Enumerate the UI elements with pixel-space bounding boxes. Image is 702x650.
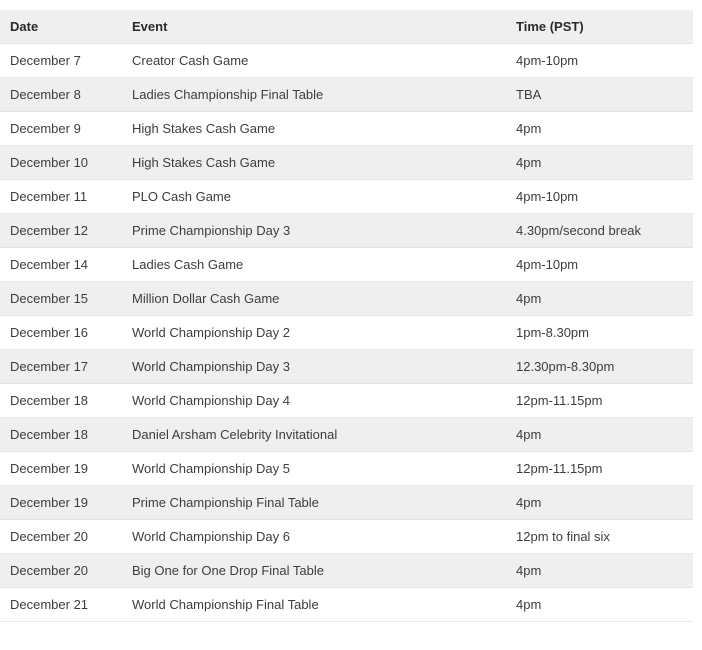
cell-event: World Championship Final Table	[121, 587, 503, 622]
table-row: December 16 World Championship Day 2 1pm-8…	[0, 315, 693, 350]
cell-time: 4.30pm/second break	[503, 213, 693, 248]
table-row: December 14 Ladies Cash Game 4pm-10pm	[0, 247, 693, 282]
cell-event: Ladies Championship Final Table	[121, 77, 503, 112]
column-header-time: Time (PST)	[503, 10, 693, 44]
cell-date: December 11	[0, 179, 121, 214]
column-header-date: Date	[0, 10, 121, 44]
table-row: December 20 Big One for One Drop Final Ta…	[0, 553, 693, 588]
cell-event: Million Dollar Cash Game	[121, 281, 503, 316]
cell-event: World Championship Day 2	[121, 315, 503, 350]
cell-date: December 20	[0, 519, 121, 554]
table-row: December 19 World Championship Day 5 12pm-…	[0, 451, 693, 486]
table-row: December 7 Creator Cash Game 4pm-10pm	[0, 43, 693, 78]
cell-date: December 17	[0, 349, 121, 384]
cell-date: December 18	[0, 417, 121, 452]
cell-time: 1pm-8.30pm	[503, 315, 693, 350]
cell-time: 12.30pm-8.30pm	[503, 349, 693, 384]
table-row: December 18 World Championship Day 4 12pm-…	[0, 383, 693, 418]
cell-event: World Championship Day 4	[121, 383, 503, 418]
cell-time: 12pm-11.15pm	[503, 383, 693, 418]
event-schedule-table: Date Event Time (PST) December 7 Creator …	[0, 10, 693, 622]
table-row: December 10 High Stakes Cash Game 4pm	[0, 145, 693, 180]
table-row: December 21 World Championship Final Tabl…	[0, 587, 693, 622]
table-row: December 20 World Championship Day 6 12pm …	[0, 519, 693, 554]
table-row: December 15 Million Dollar Cash Game 4pm	[0, 281, 693, 316]
cell-time: 4pm	[503, 111, 693, 146]
cell-date: December 18	[0, 383, 121, 418]
cell-event: Creator Cash Game	[121, 43, 503, 78]
cell-time: TBA	[503, 77, 693, 112]
schedule-container: Date Event Time (PST) December 7 Creator …	[0, 0, 702, 622]
table-row: December 12 Prime Championship Day 3 4.30p…	[0, 213, 693, 248]
cell-time: 4pm	[503, 145, 693, 180]
table-header: Date Event Time (PST)	[0, 10, 693, 44]
cell-event: Prime Championship Day 3	[121, 213, 503, 248]
cell-event: World Championship Day 3	[121, 349, 503, 384]
cell-time: 4pm	[503, 417, 693, 452]
cell-time: 4pm-10pm	[503, 43, 693, 78]
table-row: December 11 PLO Cash Game 4pm-10pm	[0, 179, 693, 214]
cell-event: High Stakes Cash Game	[121, 145, 503, 180]
cell-event: World Championship Day 5	[121, 451, 503, 486]
cell-event: World Championship Day 6	[121, 519, 503, 554]
table-row: December 17 World Championship Day 3 12.30…	[0, 349, 693, 384]
cell-event: PLO Cash Game	[121, 179, 503, 214]
table-row: December 19 Prime Championship Final Tabl…	[0, 485, 693, 520]
table-row: December 18 Daniel Arsham Celebrity Invit…	[0, 417, 693, 452]
cell-time: 4pm	[503, 587, 693, 622]
cell-time: 4pm-10pm	[503, 179, 693, 214]
table-row: December 8 Ladies Championship Final Tabl…	[0, 77, 693, 112]
cell-date: December 19	[0, 485, 121, 520]
table-header-row: Date Event Time (PST)	[0, 10, 693, 44]
cell-time: 4pm	[503, 553, 693, 588]
cell-time: 12pm-11.15pm	[503, 451, 693, 486]
cell-time: 12pm to final six	[503, 519, 693, 554]
cell-date: December 16	[0, 315, 121, 350]
table-row: December 9 High Stakes Cash Game 4pm	[0, 111, 693, 146]
cell-time: 4pm	[503, 485, 693, 520]
cell-date: December 15	[0, 281, 121, 316]
cell-date: December 9	[0, 111, 121, 146]
cell-date: December 19	[0, 451, 121, 486]
table-body: December 7 Creator Cash Game 4pm-10pm Decem…	[0, 43, 693, 622]
cell-date: December 12	[0, 213, 121, 248]
column-header-event: Event	[121, 10, 503, 44]
cell-date: December 20	[0, 553, 121, 588]
cell-event: High Stakes Cash Game	[121, 111, 503, 146]
cell-event: Big One for One Drop Final Table	[121, 553, 503, 588]
cell-date: December 7	[0, 43, 121, 78]
cell-event: Ladies Cash Game	[121, 247, 503, 282]
cell-event: Prime Championship Final Table	[121, 485, 503, 520]
cell-date: December 14	[0, 247, 121, 282]
cell-date: December 8	[0, 77, 121, 112]
cell-time: 4pm-10pm	[503, 247, 693, 282]
cell-date: December 21	[0, 587, 121, 622]
cell-event: Daniel Arsham Celebrity Invitational	[121, 417, 503, 452]
cell-date: December 10	[0, 145, 121, 180]
cell-time: 4pm	[503, 281, 693, 316]
